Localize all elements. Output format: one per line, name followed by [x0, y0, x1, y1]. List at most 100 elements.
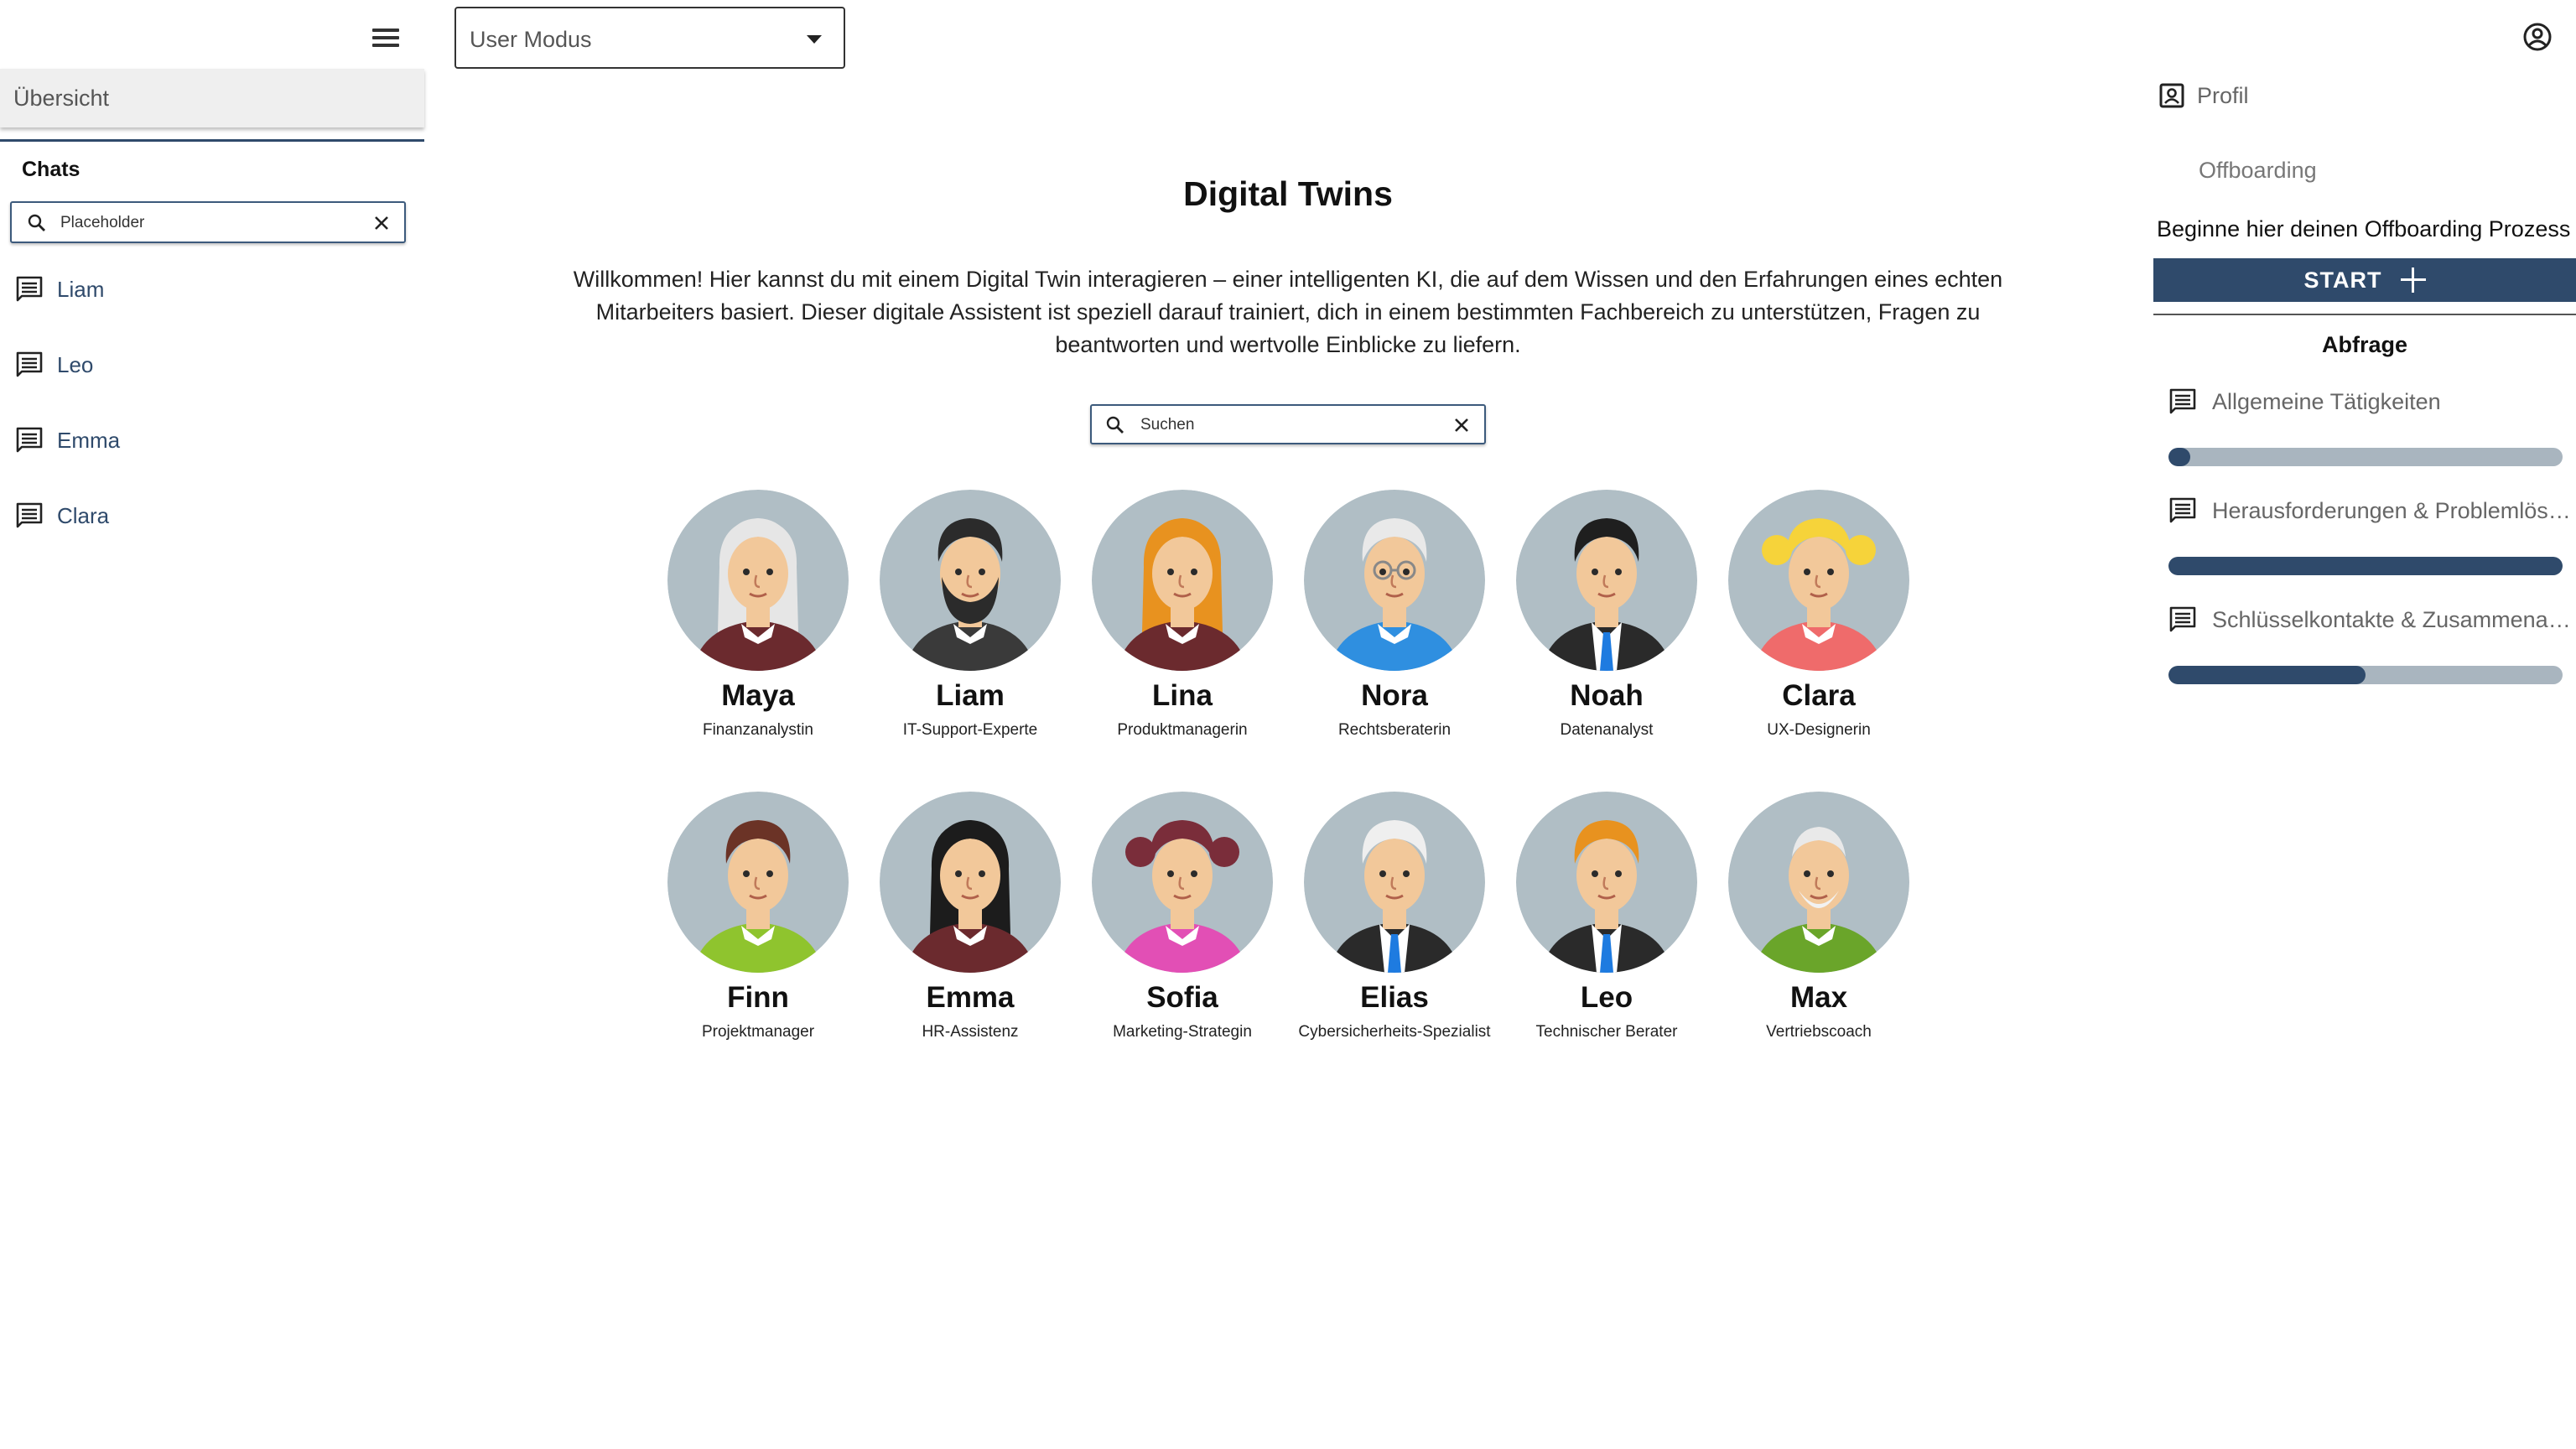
twin-name: Sofia [1146, 981, 1218, 1014]
progress-bar [2168, 557, 2563, 575]
twin-role: IT-Support-Experte [902, 721, 1038, 739]
right-panel: Profil Offboarding Beginne hier deinen O… [2153, 0, 2576, 1449]
twin-role: Technischer Berater [1535, 1023, 1678, 1041]
twin-card[interactable]: Maya Finanzanalystin [657, 490, 859, 740]
twin-name: Leo [1580, 981, 1633, 1014]
mode-select[interactable]: User Modus [454, 7, 845, 69]
chat-icon [2169, 497, 2196, 523]
progress-fill [2168, 557, 2563, 575]
query-label: Allgemeine Tätigkeiten [2212, 388, 2441, 414]
avatar [667, 792, 849, 973]
twin-name: Max [1789, 981, 1848, 1014]
twin-name: Finn [727, 981, 789, 1014]
twin-card[interactable]: Emma HR-Assistenz [870, 792, 1071, 1042]
twin-name: Elias [1360, 981, 1429, 1014]
twin-role: UX-Designerin [1767, 721, 1871, 739]
avatar [1516, 792, 1697, 973]
twin-card[interactable]: Noah Datenanalyst [1506, 490, 1707, 740]
twin-search-box [1090, 404, 1486, 444]
twin-name: Noah [1570, 679, 1644, 712]
chat-icon [16, 427, 43, 453]
chat-item[interactable]: Leo [15, 344, 409, 386]
chat-item[interactable]: Clara [15, 495, 409, 537]
close-icon[interactable] [372, 214, 391, 232]
twin-role: Projektmanager [701, 1023, 815, 1041]
twin-name: Clara [1782, 679, 1856, 712]
twin-name: Emma [926, 981, 1015, 1014]
sidebar-item-overview[interactable]: Übersicht [0, 69, 424, 127]
avatar [1092, 792, 1273, 973]
chat-item[interactable]: Liam [15, 268, 409, 310]
page-title: Digital Twins [1183, 174, 1393, 213]
twin-card[interactable]: Elias Cybersicherheits-Spezialist [1294, 792, 1495, 1042]
chat-icon [16, 276, 43, 302]
chat-item-label: Leo [57, 351, 94, 377]
profile-label: Profil [2197, 82, 2249, 108]
avatar [880, 792, 1061, 973]
close-icon[interactable] [1452, 416, 1471, 434]
avatar [1728, 490, 1909, 671]
offboarding-message: Beginne hier deinen Offboarding Prozess [2157, 216, 2571, 242]
query-label: Herausforderungen & Problemlösungen [2212, 497, 2574, 523]
plus-icon [2400, 267, 2426, 293]
twin-role: Vertriebscoach [1766, 1023, 1872, 1041]
twin-role: HR-Assistenz [922, 1023, 1019, 1041]
search-icon [1106, 416, 1124, 434]
avatar [1092, 490, 1273, 671]
chats-title: Chats [22, 158, 80, 181]
progress-bar [2168, 448, 2563, 466]
avatar [667, 490, 849, 671]
chat-search-input[interactable] [60, 211, 362, 235]
chat-item[interactable]: Emma [15, 419, 409, 461]
twin-name: Lina [1152, 679, 1213, 712]
chat-item-label: Clara [57, 502, 110, 528]
twin-card[interactable]: Lina Produktmanagerin [1082, 490, 1283, 740]
twin-role: Marketing-Strategin [1113, 1023, 1252, 1041]
query-item[interactable]: Allgemeine Tätigkeiten [2168, 387, 2576, 416]
chat-search-box [10, 201, 406, 243]
profile-link[interactable]: Profil [2158, 82, 2249, 109]
twin-role: Produktmanagerin [1117, 721, 1248, 739]
twin-role: Finanzanalystin [702, 721, 814, 739]
mode-select-value: User Modus [470, 27, 592, 52]
progress-fill [2168, 448, 2190, 466]
chat-icon [2169, 388, 2196, 414]
query-item[interactable]: Herausforderungen & Problemlösungen [2168, 496, 2576, 525]
start-button[interactable]: START [2153, 258, 2576, 302]
chat-icon [16, 351, 43, 377]
caret-down-icon [807, 35, 822, 44]
chat-icon [2169, 606, 2196, 632]
twin-card[interactable]: Sofia Marketing-Strategin [1082, 792, 1283, 1042]
twin-card[interactable]: Leo Technischer Berater [1506, 792, 1707, 1042]
avatar [1304, 490, 1485, 671]
twin-card[interactable]: Nora Rechtsberaterin [1294, 490, 1495, 740]
divider [2153, 314, 2576, 315]
twin-card[interactable]: Liam IT-Support-Experte [870, 490, 1071, 740]
intro-text: Willkommen! Hier kannst du mit einem Dig… [573, 267, 2003, 357]
twin-role: Cybersicherheits-Spezialist [1298, 1023, 1491, 1041]
twin-card[interactable]: Max Vertriebscoach [1718, 792, 1919, 1042]
twin-card[interactable]: Clara UX-Designerin [1718, 490, 1919, 740]
twin-name: Maya [721, 679, 795, 712]
search-icon [28, 214, 45, 231]
chat-item-label: Liam [57, 276, 105, 302]
abfrage-title: Abfrage [2321, 332, 2407, 357]
progress-fill [2168, 666, 2366, 684]
start-label: START [2303, 267, 2382, 293]
menu-icon[interactable] [366, 20, 406, 55]
query-item[interactable]: Schlüsselkontakte & Zusammenarbeit [2168, 605, 2576, 634]
avatar [1304, 792, 1485, 973]
divider [0, 139, 424, 142]
twin-card[interactable]: Finn Projektmanager [657, 792, 859, 1042]
avatar [1728, 792, 1909, 973]
twin-search-input[interactable] [1140, 413, 1442, 437]
twin-name: Liam [936, 679, 1005, 712]
chat-icon [16, 502, 43, 528]
twin-role: Datenanalyst [1560, 721, 1654, 739]
chat-item-label: Emma [57, 427, 121, 453]
profile-icon [2159, 83, 2184, 108]
offboarding-link[interactable]: Offboarding [2199, 158, 2317, 184]
sidebar: Übersicht Chats Liam Leo Emma Clara [0, 0, 424, 1449]
avatar [880, 490, 1061, 671]
twin-name: Nora [1361, 679, 1428, 712]
